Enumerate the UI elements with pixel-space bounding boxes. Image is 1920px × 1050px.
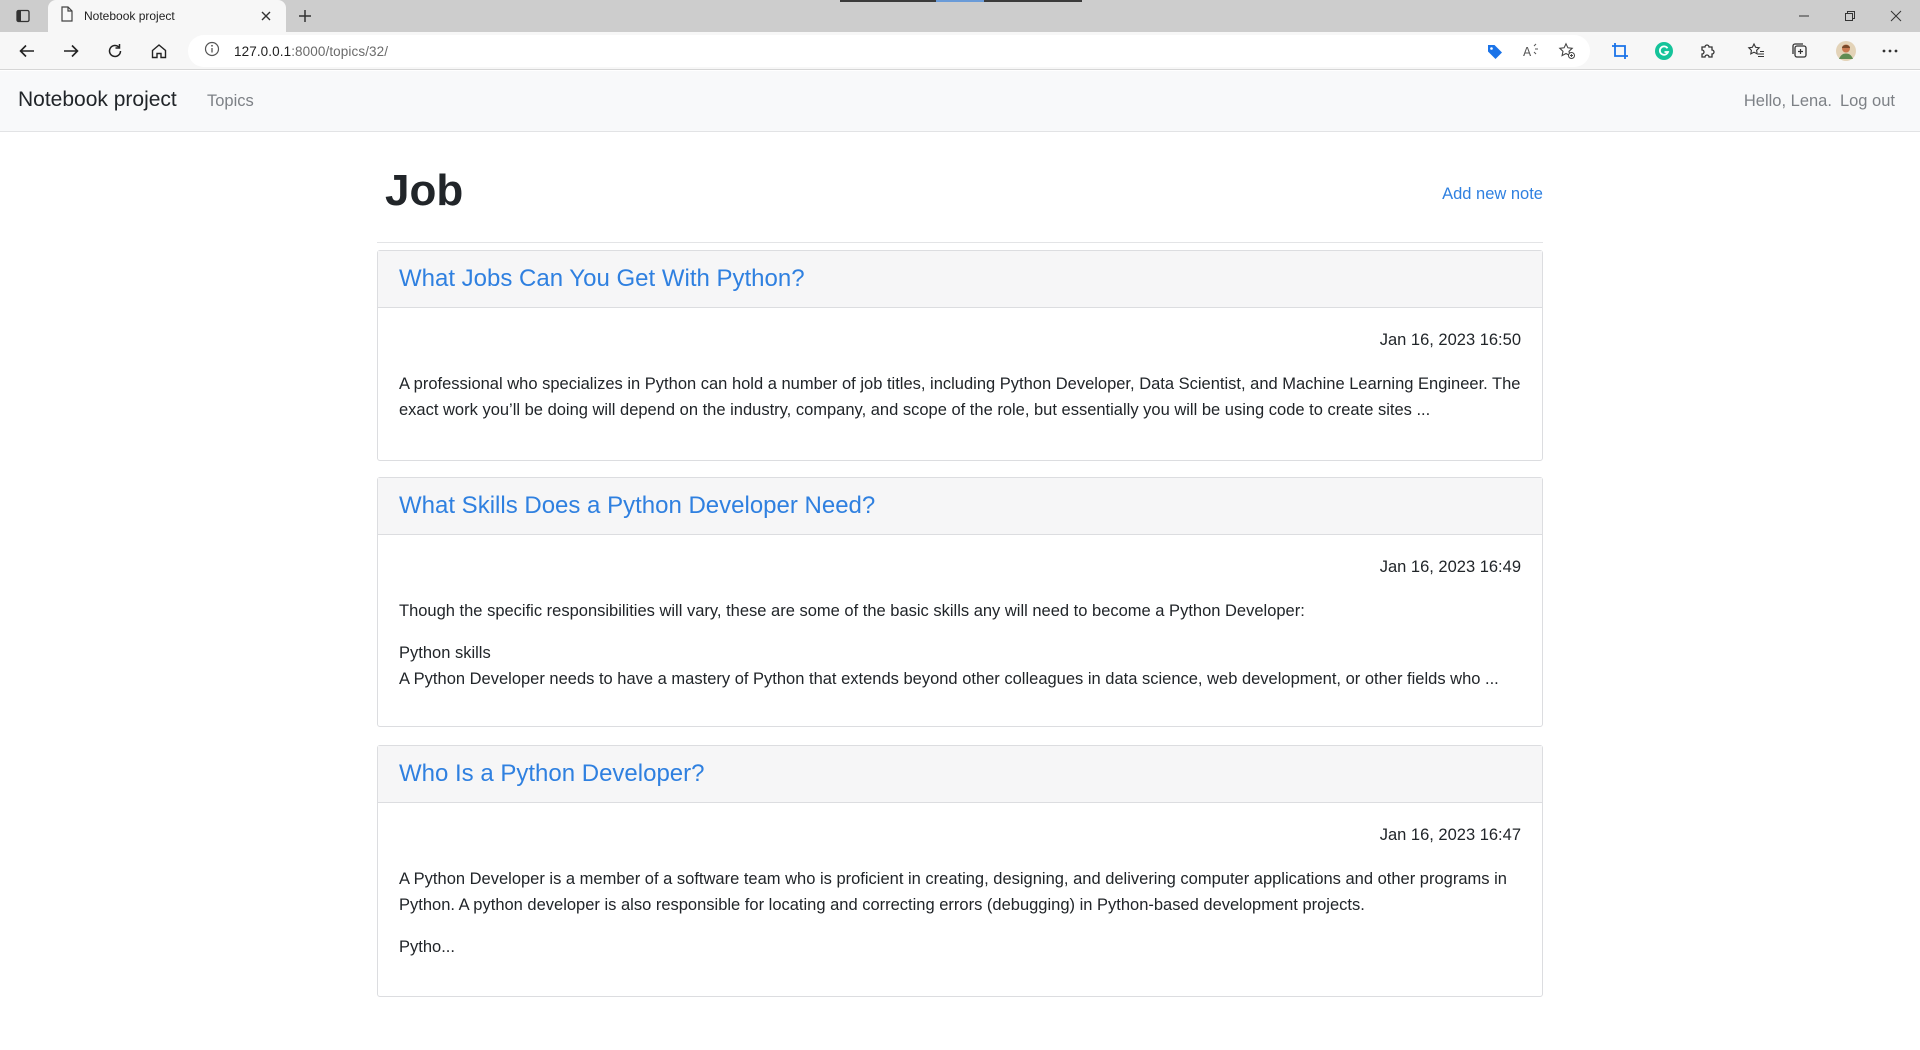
note-card: What Skills Does a Python Developer Need… <box>377 477 1543 727</box>
collections-icon[interactable] <box>1786 37 1814 65</box>
page-header: Job Add new note <box>377 133 1543 243</box>
page-title: Job <box>385 166 464 215</box>
note-date: Jan 16, 2023 16:47 <box>1379 826 1521 844</box>
brand-link[interactable]: Notebook project <box>18 88 177 112</box>
site-navbar: Notebook project Topics Hello, Lena. Log… <box>0 71 1920 132</box>
note-paragraph: Though the specific responsibilities wil… <box>399 602 1305 620</box>
note-text: A Python Developer is a member of a soft… <box>399 866 1521 960</box>
plus-icon[interactable] <box>292 4 318 28</box>
note-card: What Jobs Can You Get With Python? Jan 1… <box>377 250 1543 461</box>
forward-arrow-icon[interactable] <box>57 37 85 65</box>
page-icon <box>60 5 74 27</box>
note-card-header: Who Is a Python Developer? <box>378 746 1542 803</box>
note-title-link[interactable]: Who Is a Python Developer? <box>399 760 705 788</box>
note-text: A professional who specializes in Python… <box>399 371 1521 423</box>
read-aloud-icon[interactable]: A <box>1518 38 1544 64</box>
note-title-link[interactable]: What Skills Does a Python Developer Need… <box>399 492 875 520</box>
crop-icon[interactable] <box>1606 37 1634 65</box>
browser-tab-strip: Notebook project <box>0 0 1920 32</box>
note-paragraph: A professional who specializes in Python… <box>399 375 1521 419</box>
note-card: Who Is a Python Developer? Jan 16, 2023 … <box>377 745 1543 997</box>
info-icon[interactable] <box>204 41 220 62</box>
main-content: Job Add new note What Jobs Can You Get W… <box>377 133 1543 997</box>
window-drag-indicator-accent <box>936 0 984 2</box>
nav-link-topics[interactable]: Topics <box>207 92 254 111</box>
home-icon[interactable] <box>145 37 173 65</box>
url-path: :8000/topics/32/ <box>291 43 389 59</box>
note-date: Jan 16, 2023 16:50 <box>1379 331 1521 349</box>
star-add-icon[interactable] <box>1554 38 1580 64</box>
more-icon[interactable] <box>1876 37 1904 65</box>
minimize-icon[interactable] <box>1782 0 1826 32</box>
browser-toolbar: 127.0.0.1:8000/topics/32/ A <box>0 32 1920 70</box>
back-arrow-icon[interactable] <box>13 37 41 65</box>
note-title-link[interactable]: What Jobs Can You Get With Python? <box>399 265 805 293</box>
reload-icon[interactable] <box>101 37 129 65</box>
logout-link[interactable]: Log out <box>1840 92 1895 111</box>
tab-actions-icon[interactable] <box>10 6 36 26</box>
note-card-body: Jan 16, 2023 16:47 A Python Developer is… <box>378 803 1542 960</box>
close-window-icon[interactable] <box>1874 0 1918 32</box>
address-bar[interactable]: 127.0.0.1:8000/topics/32/ A <box>188 35 1590 67</box>
note-date: Jan 16, 2023 16:49 <box>1379 558 1521 576</box>
note-paragraph-heading: Python skills A Python Developer needs to… <box>399 640 1521 692</box>
note-paragraph: Pytho... <box>399 938 455 956</box>
url-host: 127.0.0.1 <box>234 43 292 59</box>
favorites-icon[interactable] <box>1742 37 1770 65</box>
close-icon[interactable] <box>256 6 276 26</box>
note-card-header: What Skills Does a Python Developer Need… <box>378 478 1542 535</box>
svg-text:A: A <box>1523 45 1532 59</box>
note-paragraph: A Python Developer is a member of a soft… <box>399 870 1507 914</box>
puzzle-icon[interactable] <box>1694 37 1722 65</box>
user-nav: Hello, Lena. Log out <box>1744 92 1895 111</box>
restore-icon[interactable] <box>1828 0 1872 32</box>
browser-tab-active[interactable]: Notebook project <box>48 0 286 32</box>
note-card-body: Jan 16, 2023 16:49 Though the specific r… <box>378 535 1542 692</box>
user-greeting: Hello, Lena. <box>1743 92 1832 110</box>
note-line: A Python Developer needs to have a maste… <box>399 670 1499 688</box>
note-card-header: What Jobs Can You Get With Python? <box>378 251 1542 308</box>
tag-icon[interactable] <box>1482 38 1508 64</box>
note-text: Though the specific responsibilities wil… <box>399 598 1521 692</box>
tab-title: Notebook project <box>84 9 175 23</box>
add-new-note-link[interactable]: Add new note <box>1442 185 1543 204</box>
grammarly-icon[interactable] <box>1650 37 1678 65</box>
note-card-body: Jan 16, 2023 16:50 A professional who sp… <box>378 308 1542 423</box>
url-text[interactable]: 127.0.0.1:8000/topics/32/ <box>234 44 388 59</box>
note-line: Python skills <box>399 644 491 662</box>
profile-avatar-icon[interactable] <box>1832 37 1860 65</box>
